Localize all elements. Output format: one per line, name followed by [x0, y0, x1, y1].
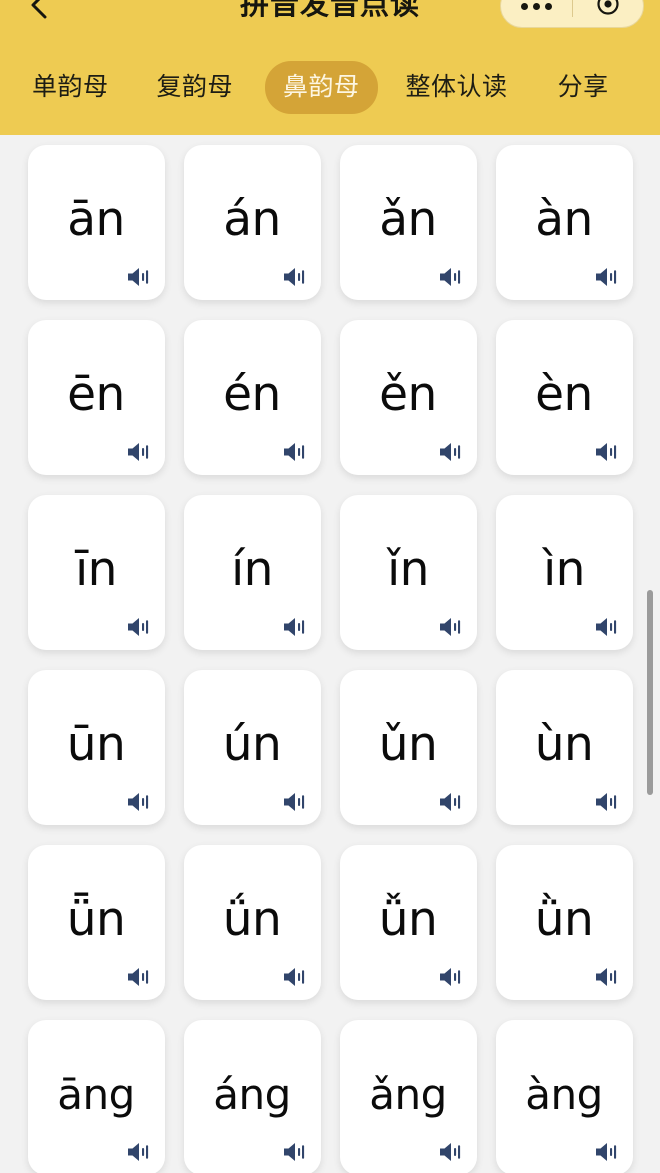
- app-root: 拼音发音点读 单韵母 复韵母 鼻韵母 整体认读 分享 ān án ǎn àn ē…: [0, 0, 660, 1173]
- pinyin-card[interactable]: ǚn: [339, 845, 477, 1000]
- pinyin-label: ān: [67, 192, 125, 247]
- tab-fenxiang[interactable]: 分享: [540, 61, 627, 114]
- pinyin-label: ǐn: [387, 542, 429, 597]
- tab-zhengtirendu[interactable]: 整体认读: [388, 61, 526, 114]
- pinyin-card[interactable]: ǎng: [339, 1020, 477, 1173]
- speaker-volume-icon[interactable]: [594, 1141, 620, 1163]
- pinyin-label: ǔn: [378, 717, 438, 772]
- pinyin-label: āng: [57, 1069, 135, 1119]
- pinyin-label: án: [223, 192, 281, 247]
- speaker-volume-icon[interactable]: [594, 266, 620, 288]
- speaker-volume-icon[interactable]: [126, 791, 152, 813]
- speaker-volume-icon[interactable]: [594, 791, 620, 813]
- pinyin-card[interactable]: ǖn: [27, 845, 165, 1000]
- pinyin-card[interactable]: āng: [27, 1020, 165, 1173]
- pinyin-label: ēn: [67, 367, 125, 422]
- pinyin-label: ǎn: [379, 192, 437, 247]
- miniprogram-capsule: [500, 0, 644, 28]
- pinyin-card[interactable]: īn: [27, 495, 165, 650]
- pinyin-card[interactable]: áng: [183, 1020, 321, 1173]
- tab-biyunmu[interactable]: 鼻韵母: [265, 60, 378, 114]
- pinyin-card[interactable]: án: [183, 145, 321, 300]
- speaker-volume-icon[interactable]: [282, 266, 308, 288]
- pinyin-grid-scroll-area[interactable]: ān án ǎn àn ēn én ěn èn īn ín ǐn ìn ūn ún ǔn ùn ǖn ǘn ǚn ǜn…: [0, 135, 660, 1173]
- speaker-volume-icon[interactable]: [126, 966, 152, 988]
- category-tab-bar: 单韵母 复韵母 鼻韵母 整体认读 分享: [0, 56, 660, 118]
- pinyin-label: ǜn: [534, 892, 594, 947]
- pinyin-card[interactable]: ǎn: [339, 145, 477, 300]
- speaker-volume-icon[interactable]: [438, 441, 464, 463]
- speaker-volume-icon[interactable]: [126, 616, 152, 638]
- pinyin-label: áng: [213, 1069, 291, 1119]
- speaker-volume-icon[interactable]: [438, 966, 464, 988]
- target-circle-icon: [596, 0, 620, 21]
- pinyin-card[interactable]: ǔn: [339, 670, 477, 825]
- speaker-volume-icon[interactable]: [282, 441, 308, 463]
- speaker-volume-icon[interactable]: [594, 441, 620, 463]
- pinyin-label: ǎng: [369, 1069, 447, 1119]
- speaker-volume-icon[interactable]: [282, 616, 308, 638]
- pinyin-card[interactable]: ùn: [495, 670, 633, 825]
- app-header: 拼音发音点读 单韵母 复韵母 鼻韵母 整体认读 分享: [0, 0, 660, 135]
- speaker-volume-icon[interactable]: [594, 616, 620, 638]
- pinyin-label: ěn: [379, 367, 437, 422]
- speaker-volume-icon[interactable]: [126, 441, 152, 463]
- speaker-volume-icon[interactable]: [282, 966, 308, 988]
- speaker-volume-icon[interactable]: [126, 266, 152, 288]
- pinyin-card[interactable]: ǜn: [495, 845, 633, 1000]
- speaker-volume-icon[interactable]: [438, 1141, 464, 1163]
- pinyin-label: ín: [231, 542, 273, 597]
- capsule-menu-button[interactable]: [501, 0, 572, 27]
- pinyin-label: àng: [525, 1069, 603, 1119]
- pinyin-card[interactable]: àn: [495, 145, 633, 300]
- pinyin-label: īn: [75, 542, 117, 597]
- scrollbar-track[interactable]: [647, 135, 653, 1173]
- pinyin-card[interactable]: ěn: [339, 320, 477, 475]
- speaker-volume-icon[interactable]: [282, 791, 308, 813]
- tab-fuyunmu[interactable]: 复韵母: [139, 61, 252, 114]
- pinyin-label: ūn: [66, 717, 126, 772]
- pinyin-label: én: [223, 367, 281, 422]
- pinyin-card[interactable]: ín: [183, 495, 321, 650]
- pinyin-card[interactable]: èn: [495, 320, 633, 475]
- pinyin-card-grid: ān án ǎn àn ēn én ěn èn īn ín ǐn ìn ūn ún ǔn ùn ǖn ǘn ǚn ǜn…: [0, 135, 660, 1173]
- pinyin-card[interactable]: ēn: [27, 320, 165, 475]
- pinyin-card[interactable]: ún: [183, 670, 321, 825]
- pinyin-label: ǚn: [378, 892, 438, 947]
- pinyin-card[interactable]: ǘn: [183, 845, 321, 1000]
- more-dots-icon: [520, 2, 552, 10]
- speaker-volume-icon[interactable]: [438, 616, 464, 638]
- pinyin-label: èn: [535, 367, 593, 422]
- speaker-volume-icon[interactable]: [438, 266, 464, 288]
- tab-danyunmu[interactable]: 单韵母: [14, 61, 127, 114]
- pinyin-label: ùn: [534, 717, 594, 772]
- capsule-close-button[interactable]: [573, 0, 644, 27]
- pinyin-label: àn: [535, 192, 593, 247]
- pinyin-card[interactable]: ìn: [495, 495, 633, 650]
- pinyin-card[interactable]: én: [183, 320, 321, 475]
- speaker-volume-icon[interactable]: [594, 966, 620, 988]
- pinyin-card[interactable]: àng: [495, 1020, 633, 1173]
- speaker-volume-icon[interactable]: [126, 1141, 152, 1163]
- pinyin-card[interactable]: ān: [27, 145, 165, 300]
- scrollbar-thumb[interactable]: [647, 590, 653, 795]
- speaker-volume-icon[interactable]: [282, 1141, 308, 1163]
- navigation-bar: 拼音发音点读: [0, 0, 660, 28]
- pinyin-card[interactable]: ǐn: [339, 495, 477, 650]
- pinyin-label: ǘn: [222, 892, 282, 947]
- pinyin-label: ìn: [543, 542, 585, 597]
- speaker-volume-icon[interactable]: [438, 791, 464, 813]
- pinyin-card[interactable]: ūn: [27, 670, 165, 825]
- pinyin-label: ún: [222, 717, 282, 772]
- pinyin-label: ǖn: [66, 892, 126, 947]
